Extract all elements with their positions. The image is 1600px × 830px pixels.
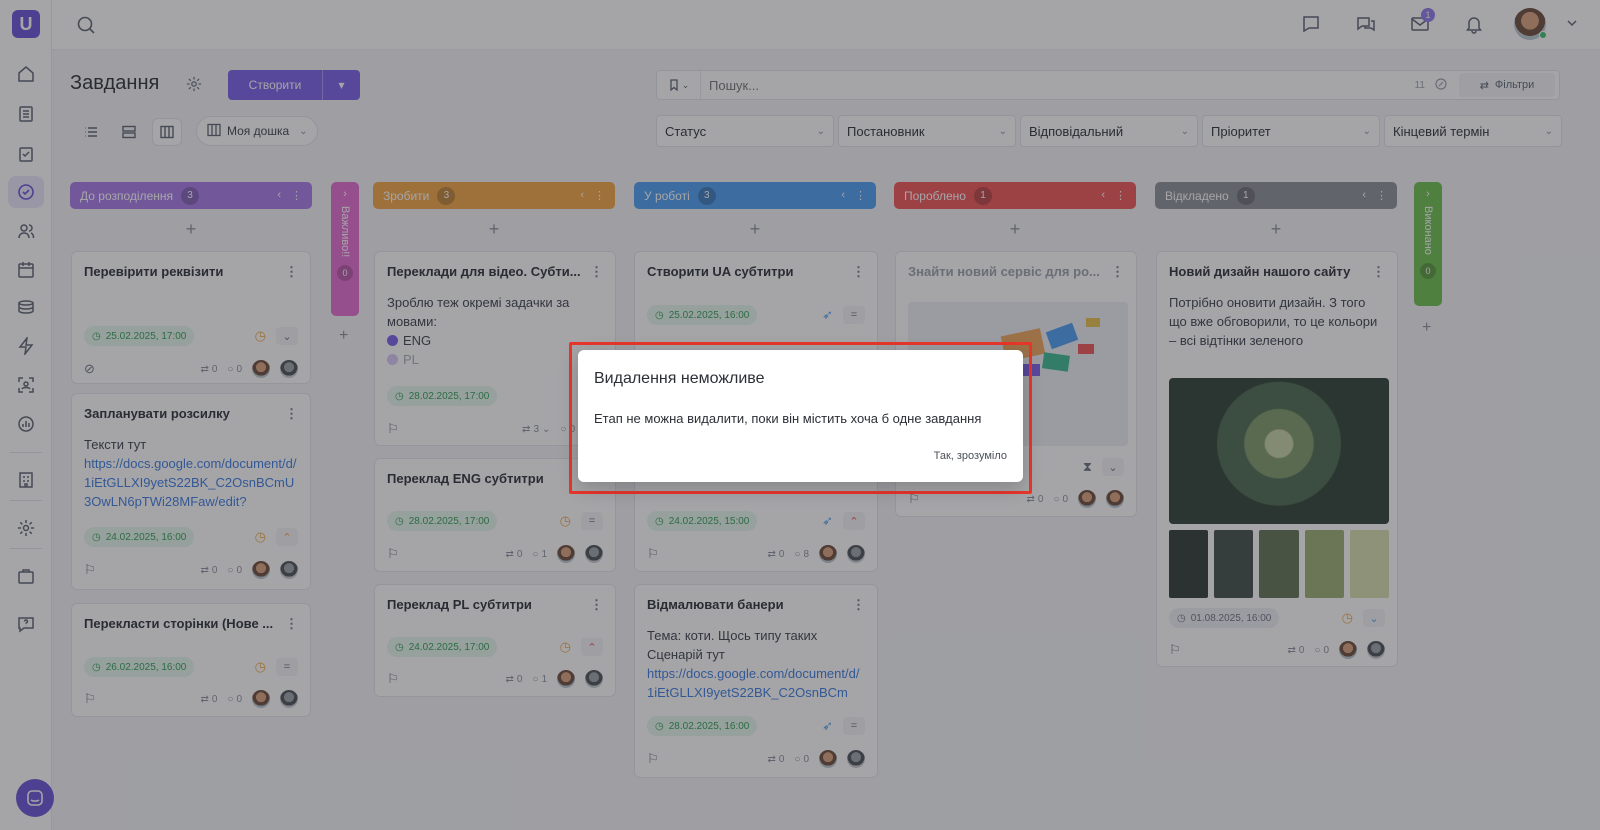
dialog-title: Видалення неможливе (594, 370, 765, 387)
dialog-message: Етап не можна видалити, поки він містить… (594, 411, 982, 426)
error-dialog: Видалення неможливе Етап не можна видали… (578, 350, 1023, 482)
dialog-ok-button[interactable]: Так, зрозуміло (934, 450, 1007, 462)
